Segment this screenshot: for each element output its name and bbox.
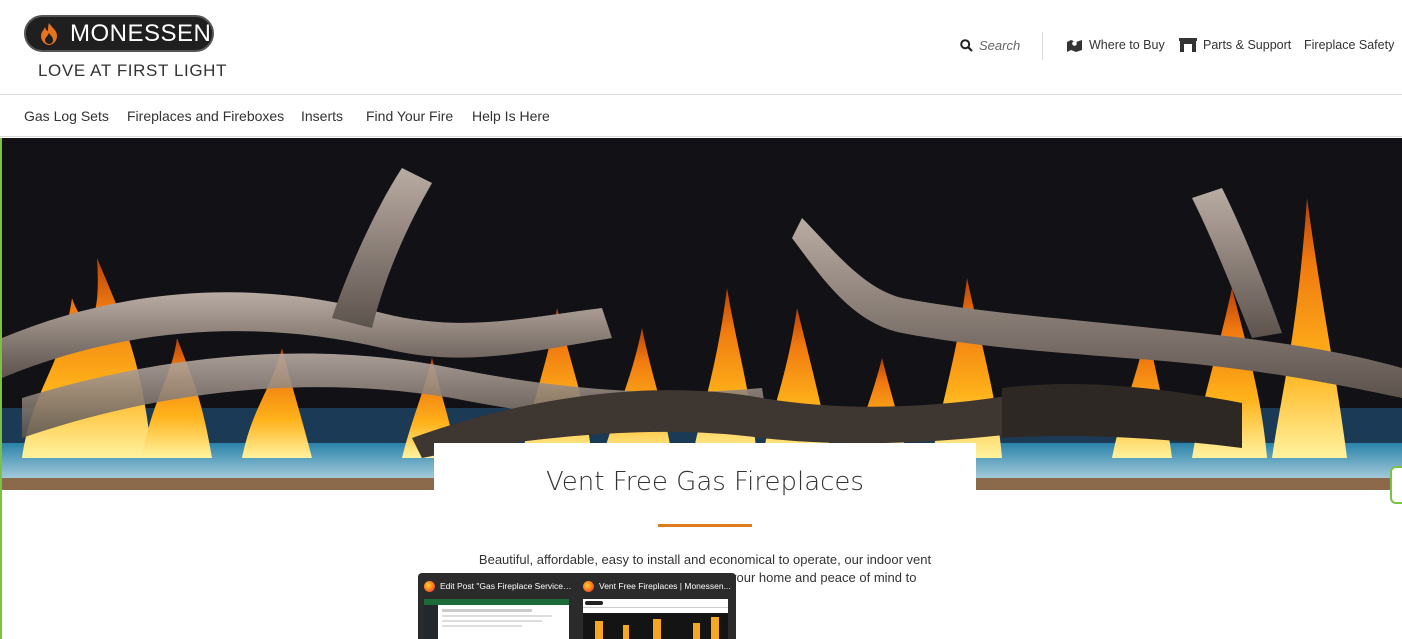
parts-support-label: Parts & Support — [1203, 38, 1292, 52]
firefox-icon — [424, 581, 435, 592]
taskbar-window-edit-post[interactable]: Edit Post "Gas Fireplace Service ... — [418, 573, 575, 639]
flame-logo-icon — [41, 22, 57, 45]
utility-divider — [1042, 32, 1043, 60]
main-nav: Gas Log Sets Fireplaces and Fireboxes In… — [0, 95, 1402, 137]
fireplace-icon — [1179, 38, 1197, 52]
search-label: Search — [979, 38, 1021, 53]
nav-item-gas-log-sets[interactable]: Gas Log Sets — [24, 108, 109, 124]
firefox-icon — [583, 581, 594, 592]
taskbar-preview-popup: Edit Post "Gas Fireplace Service ... Ven… — [418, 573, 736, 639]
parts-support-link[interactable]: Parts & Support — [1179, 38, 1291, 52]
fireplace-safety-link[interactable]: Fireplace Safety — [1304, 38, 1394, 52]
where-to-buy-label: Where to Buy — [1089, 38, 1165, 52]
brand-name: MONESSEN — [70, 19, 212, 47]
nav-item-fireplaces-fireboxes[interactable]: Fireplaces and Fireboxes — [127, 108, 284, 124]
brand-logo[interactable]: MONESSEN — [24, 15, 214, 52]
site-header: MONESSEN LOVE AT FIRST LIGHT Search Wher… — [0, 0, 1402, 95]
search-trigger[interactable]: Search — [960, 38, 1020, 53]
fireplace-safety-label: Fireplace Safety — [1304, 38, 1395, 52]
title-underline — [658, 524, 752, 527]
map-pin-icon — [1067, 40, 1082, 52]
search-icon — [960, 39, 973, 52]
where-to-buy-link[interactable]: Where to Buy — [1066, 38, 1165, 52]
side-chat-widget[interactable] — [1390, 466, 1402, 504]
intro-line-1: Beautiful, affordable, easy to install a… — [478, 552, 932, 567]
window-thumbnail — [583, 599, 728, 639]
window-thumbnail — [424, 599, 569, 639]
page-title: Vent Free Gas Fireplaces — [546, 467, 864, 497]
brand-tagline: LOVE AT FIRST LIGHT — [38, 61, 228, 80]
hero-image — [2, 138, 1402, 490]
window-title: Vent Free Fireplaces | Monessen... — [599, 581, 731, 591]
taskbar-window-vent-free[interactable]: Vent Free Fireplaces | Monessen... — [577, 573, 734, 639]
nav-item-help-is-here[interactable]: Help Is Here — [472, 108, 550, 124]
nav-item-find-your-fire[interactable]: Find Your Fire — [366, 108, 453, 124]
window-title: Edit Post "Gas Fireplace Service ... — [440, 581, 572, 591]
nav-item-inserts[interactable]: Inserts — [301, 108, 343, 124]
fire-logs-image — [2, 138, 1402, 490]
